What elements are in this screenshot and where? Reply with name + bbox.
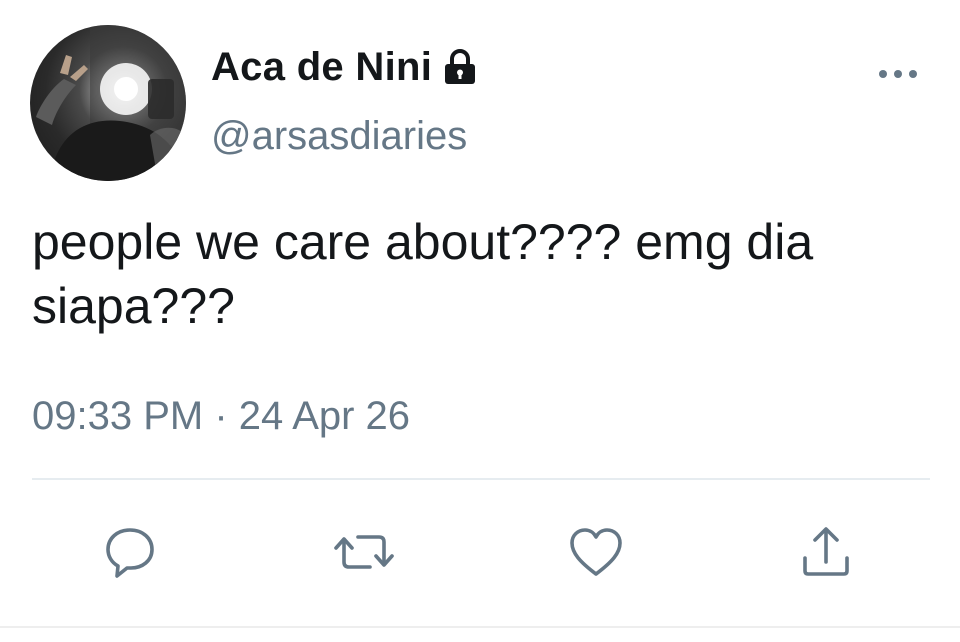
bottom-divider (0, 626, 960, 628)
share-button[interactable] (794, 520, 858, 584)
retweet-icon (332, 522, 396, 582)
tweet-date: 24 Apr 26 (238, 394, 411, 438)
like-button[interactable] (564, 520, 628, 584)
timestamp-separator: · (214, 394, 228, 438)
avatar-photo (36, 25, 186, 181)
divider (32, 478, 930, 480)
heart-icon (566, 522, 626, 582)
tweet-time: 09:33 PM (32, 394, 204, 438)
tweet-timestamp[interactable]: 09:33 PM · 24 Apr 26 (32, 394, 410, 439)
display-name[interactable]: Aca de Nini (211, 45, 432, 90)
more-options-icon[interactable] (876, 66, 920, 82)
avatar[interactable] (30, 25, 186, 181)
reply-button[interactable] (98, 520, 162, 584)
reply-icon (100, 522, 160, 582)
tweet-text: people we care about???? emg dia siapa??… (32, 214, 814, 334)
tweet-card: Aca de Nini @arsasdiaries people we care… (0, 0, 960, 642)
display-name-row: Aca de Nini (211, 40, 480, 94)
retweet-button[interactable] (332, 520, 396, 584)
share-icon (796, 522, 856, 582)
user-handle[interactable]: @arsasdiaries (211, 114, 467, 159)
lock-icon (440, 47, 480, 87)
